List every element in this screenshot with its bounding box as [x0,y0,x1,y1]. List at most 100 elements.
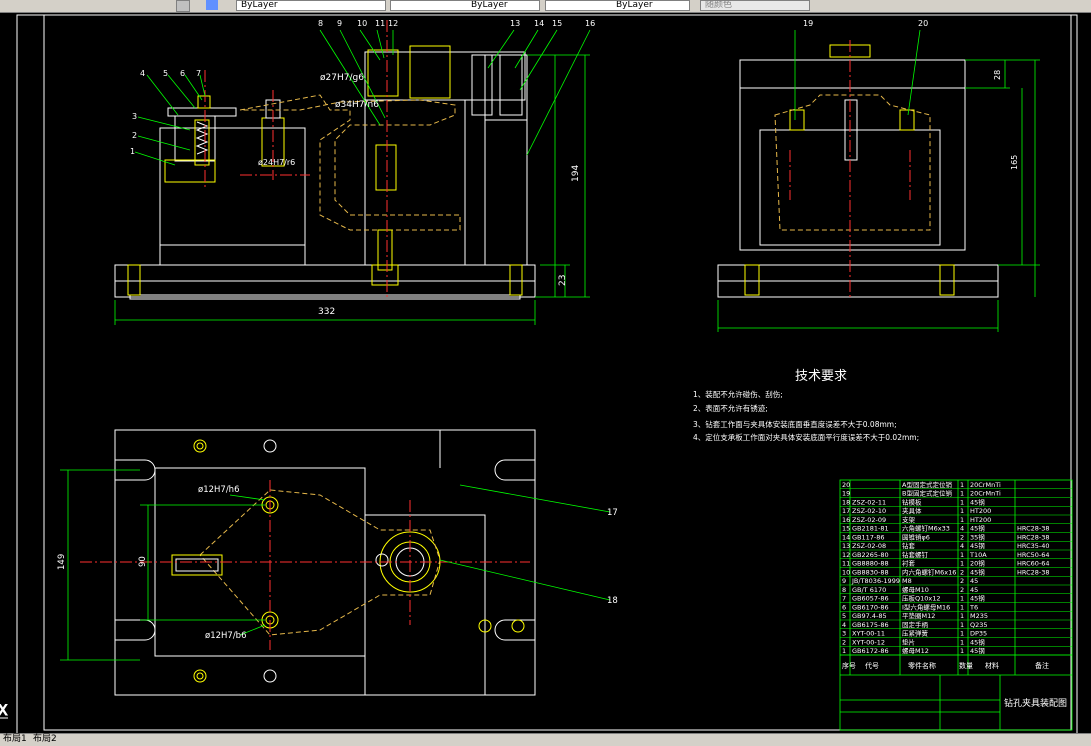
bom-cell-qty: 2 [960,568,964,576]
layout-tabs: 布局1 布局2 [0,733,1091,746]
bom-cell-code: ZSZ-02-11 [852,498,886,506]
front-dim-text: 332 194 23 ø27H7/g6 ø34H7/n6 ø24H7/r6 [258,73,581,317]
bom-cell-qty: 1 [960,603,964,611]
bom-hdr-name: 零件名称 [908,661,936,670]
dim-fit-12b: ø12H7/b6 [205,631,246,641]
bom-cell-qty: 1 [960,481,964,489]
bom-cell-no: 5 [842,612,846,620]
bom-cell-mat: M235 [970,612,988,620]
balloon-14: 14 [534,19,544,28]
bom-hdr-qty: 数量 [959,661,973,670]
drawing-canvas[interactable]: 332 194 23 ø27H7/g6 ø34H7/n6 ø24H7/r6 8 … [0,13,1091,736]
bom-cell-mat: 45 [970,577,978,585]
bom-cell-mat: 45钢 [970,595,985,603]
bom-cell-name: 压紧弹簧 [902,629,929,638]
bom-hdr-note: 备注 [1035,661,1049,670]
balloon-9: 9 [337,19,342,28]
color-combo[interactable]: ByLayer [236,0,386,11]
bom-cell-code: GB/T 6170 [852,586,886,594]
bom-cell-no: 11 [842,560,850,568]
ucs-icon: X [0,703,9,720]
dim-332: 332 [318,307,335,317]
plotstyle-combo[interactable]: 随颜色 [700,0,810,11]
balloon-17: 17 [607,508,618,518]
balloon-15: 15 [552,19,562,28]
bom-cell-note: HRC50-64 [1017,551,1050,559]
balloon-11: 11 [375,19,385,28]
front-right-column [484,54,528,266]
bom-cell-qty: 2 [960,533,964,541]
layer-state-icon[interactable] [176,0,190,12]
tech-note-2: 2、表面不允许有锈迹; [693,403,768,413]
bom-cell-name: 螺母M12 [902,646,929,655]
bom-cell-qty: 1 [960,595,964,603]
bom-cell-qty: 1 [960,551,964,559]
bom-cell-note: HRC28-38 [1017,533,1050,541]
side-view [717,40,999,300]
tech-requirements: 技术要求 1、装配不允许碰伤、刮伤; 2、表面不允许有锈迹; 3、钻套工作面与夹… [693,369,919,442]
bom-cell-mat: 35钢 [970,533,985,541]
tab-layout1[interactable]: 布局1 [0,734,30,746]
bom-cell-no: 12 [842,551,850,559]
bom-cell-qty: 2 [960,577,964,585]
bom-cell-code: XYT-00-12 [852,638,885,646]
bom-cell-code: GB6175-86 [852,621,889,629]
bom-header: 序号 代号 零件名称 数量 材料 备注 钻孔夹具装配图 [842,661,1067,709]
dim-fit-27: ø27H7/g6 [320,73,364,83]
balloon-13: 13 [510,19,520,28]
balloon-5: 5 [163,69,168,78]
bom-cell-code: GB6057-86 [852,595,889,603]
bom-cell-qty: 1 [960,560,964,568]
bom-cell-code: XYT-00-11 [852,630,885,638]
dim-165: 165 [1010,155,1019,170]
bom-cell-mat: T10A [969,551,987,559]
bom-cell-code: GB6172-86 [852,647,889,655]
balloon-19: 19 [803,19,813,28]
balloon-3: 3 [132,112,137,121]
drawing-svg[interactable]: 332 194 23 ø27H7/g6 ø34H7/n6 ø24H7/r6 8 … [0,13,1091,736]
bom-cell-qty: 1 [960,516,964,524]
side-dimensions [717,29,1040,332]
side-workpiece [774,94,931,231]
bom-cell-mat: 45钢 [970,542,985,550]
bom-cell-no: 6 [842,603,846,611]
balloon-8: 8 [318,19,323,28]
bom-cell-mat: 45 [970,586,978,594]
tab-layout2[interactable]: 布局2 [30,734,60,746]
bom-cell-no: 16 [842,516,850,524]
bom-cell-no: 10 [842,568,850,576]
layer-color-icon[interactable] [206,0,218,10]
lineweight-combo[interactable]: ByLayer [545,0,690,11]
dim-fit-34: ø34H7/n6 [335,100,379,110]
front-view [114,20,536,300]
bom-hdr-mat: 材料 [985,661,999,670]
balloon-2: 2 [132,131,137,140]
bom-cell-no: 18 [842,498,850,506]
dim-90: 90 [138,556,148,567]
dim-28: 28 [993,70,1002,80]
bom-cell-mat: 45钢 [970,647,985,655]
bom-cell-qty: 2 [960,586,964,594]
balloon-16: 16 [585,19,595,28]
bom-cell-name: 平垫圈M12 [902,611,935,620]
bom-cell-mat: 45钢 [970,638,985,646]
bom-cell-name: 衬套 [902,559,916,568]
bom-cell-code: ZSZ-02-08 [852,542,886,550]
bom-cell-name: I型六角螺母M16 [902,602,950,611]
linetype-combo[interactable]: ByLayer [390,0,540,11]
balloon-4: 4 [140,69,145,78]
bom-cell-code: GB2181-81 [852,525,889,533]
balloon-7: 7 [196,69,201,78]
bom-cell-qty: 1 [960,612,964,620]
dim-149: 149 [57,554,67,570]
bom-cell-name: 圆锥销φ6 [902,532,930,541]
bom-cell-qty: 1 [960,507,964,515]
bom-cell-name: B型固定式定位销 [902,489,952,498]
bom-cell-code: GB8830-88 [852,568,889,576]
bom-cell-note: HRC28-38 [1017,525,1050,533]
bom-cell-no: 15 [842,525,850,533]
bom-cell-name: 夹具体 [902,506,922,515]
bom-cell-qty: 4 [960,525,964,533]
bom-cell-name: 螺母M10 [902,585,929,594]
bom-cell-mat: 45钢 [970,498,985,506]
